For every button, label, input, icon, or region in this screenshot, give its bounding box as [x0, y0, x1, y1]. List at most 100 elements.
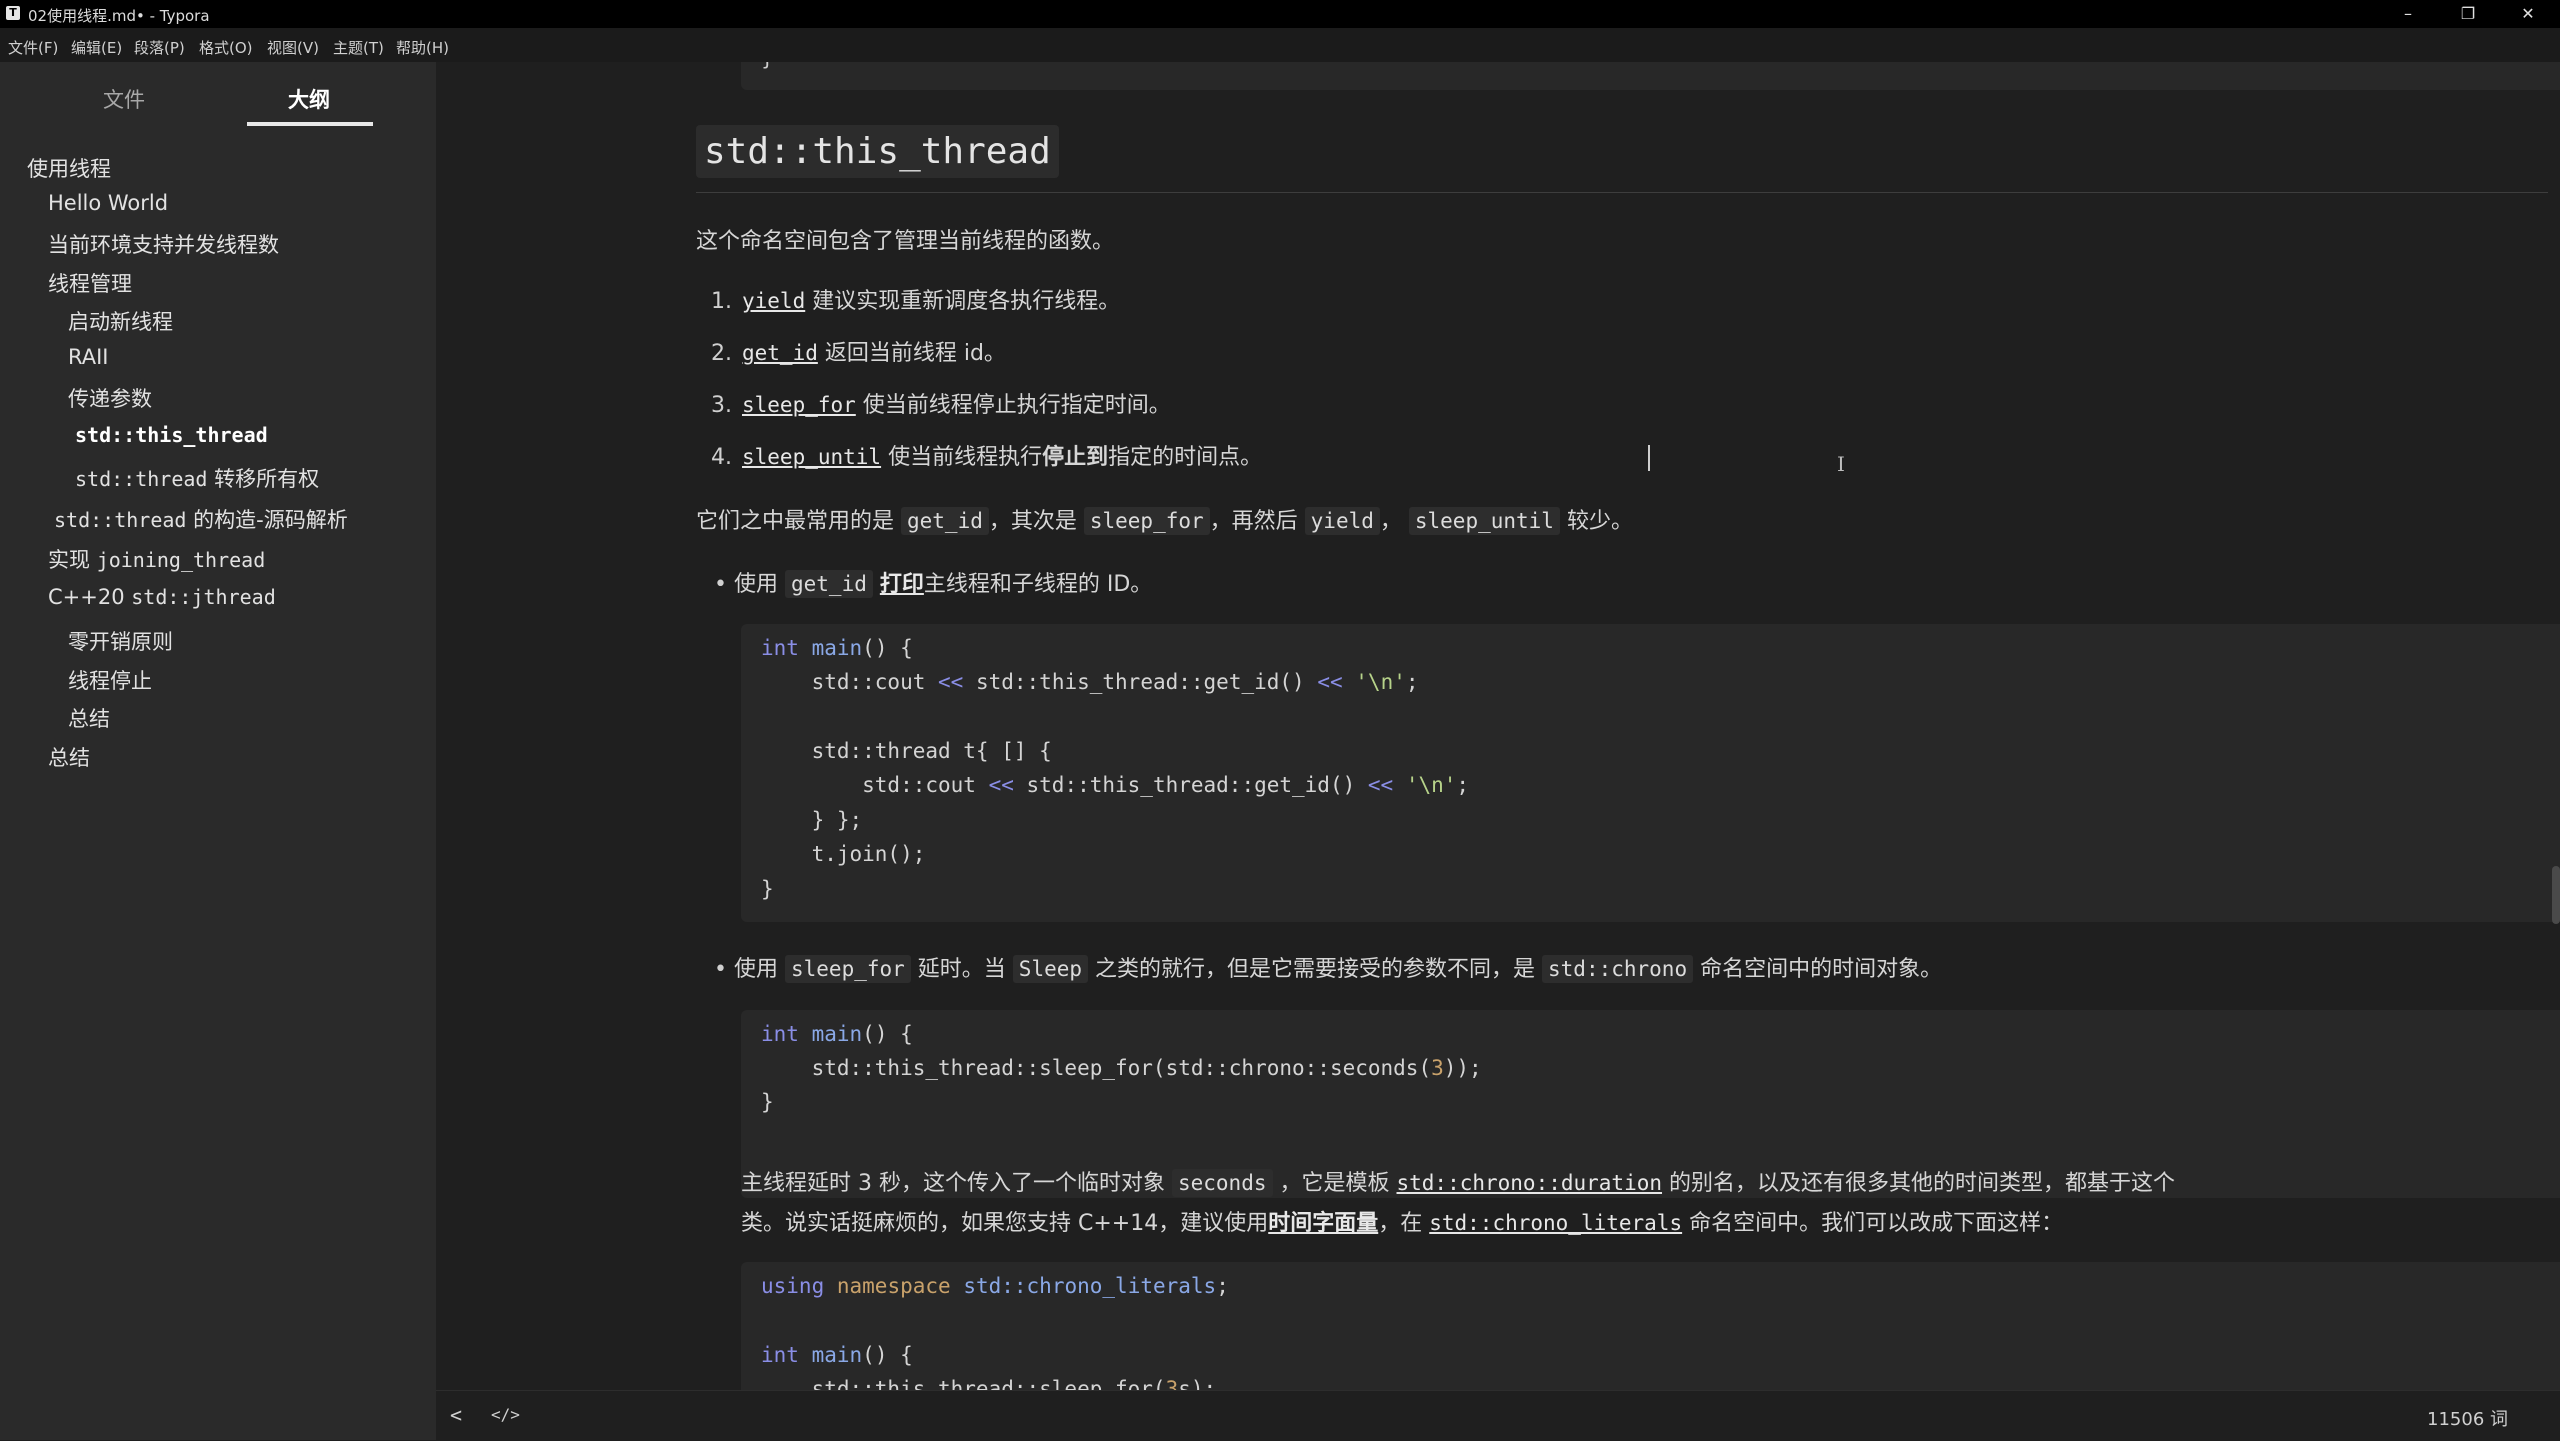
- text: ，: [1379, 509, 1409, 534]
- typora-app-icon: T: [6, 6, 20, 20]
- link-sleep-for[interactable]: sleep_for: [742, 393, 856, 417]
- word-count[interactable]: 11506 词: [2427, 1405, 2508, 1431]
- outline-item-transfer-ownership[interactable]: std::thread 转移所有权: [75, 463, 319, 493]
- text: 主线程延时 3 秒，这个传入了一个临时对象: [741, 1171, 1172, 1196]
- list-text: 使当前线程执行: [881, 445, 1043, 470]
- bullet-dot: •: [714, 957, 727, 982]
- tab-outline[interactable]: 大纲: [288, 84, 330, 114]
- outline-item-summary[interactable]: 总结: [48, 742, 90, 772]
- previous-code-block: }: [741, 62, 2560, 90]
- list-text: 使当前线程停止执行指定时间。: [855, 393, 1171, 418]
- text: 使用: [734, 572, 785, 597]
- source-code-mode-icon[interactable]: </>: [491, 1405, 520, 1424]
- link-yield[interactable]: yield: [742, 289, 805, 313]
- text: 主线程和子线程的 ID。: [923, 572, 1153, 597]
- menu-help[interactable]: 帮助(H): [396, 37, 449, 58]
- paragraph-duration-line2: 类。说实话挺麻烦的，如果您支持 C++14，建议使用时间字面量，在 std::c…: [741, 1205, 2063, 1237]
- outline-item-hardware-concurrency[interactable]: 当前环境支持并发线程数: [48, 229, 279, 259]
- code-line: std::this_thread::sleep_for(3s);: [761, 1377, 1217, 1390]
- common-functions-paragraph: 它们之中最常用的是 get_id ，其次是 sleep_for ，再然后 yield…: [696, 503, 1633, 535]
- outline-item-using-threads[interactable]: 使用线程: [27, 153, 111, 183]
- minimize-button[interactable]: –: [2380, 0, 2436, 28]
- heading-divider: [696, 192, 2548, 193]
- outline-item-passing-args[interactable]: 传递参数: [68, 383, 152, 413]
- ibeam-cursor-icon: I: [1837, 452, 1845, 476]
- code-block-chrono-literals[interactable]: using namespace std::chrono_literals; in…: [741, 1262, 2560, 1390]
- text-caret: [1648, 445, 1650, 471]
- outline-item-thread-management[interactable]: 线程管理: [48, 268, 132, 298]
- heading-this-thread: std::this_thread: [696, 125, 1059, 178]
- inline-code: sleep_for: [1083, 507, 1210, 535]
- menu-bar: 文件(F) 编辑(E) 段落(P) 格式(O) 视图(V) 主题(T) 帮助(H…: [0, 28, 2560, 62]
- text: 命名空间中。我们可以改成下面这样：: [1682, 1211, 2064, 1236]
- link-chrono-duration[interactable]: std::chrono::duration: [1397, 1171, 1663, 1195]
- outline-item-this-thread[interactable]: std::this_thread: [75, 423, 268, 447]
- sidebar: 文件 大纲 使用线程 Hello World 当前环境支持并发线程数 线程管理 …: [0, 62, 436, 1440]
- menu-theme[interactable]: 主题(T): [333, 37, 384, 58]
- link-time-literals[interactable]: 时间字面量: [1268, 1211, 1378, 1236]
- text: [873, 572, 880, 597]
- list-item-yield: 1. yield 建议实现重新调度各执行线程。: [696, 283, 1120, 315]
- outline-item-summary-sub[interactable]: 总结: [68, 703, 110, 733]
- list-item-sleep-until: 4. sleep_until 使当前线程执行停止到指定的时间点。: [696, 439, 1262, 471]
- outline-code-jthread: std::jthread: [131, 585, 276, 609]
- editor-content[interactable]: } std::this_thread 这个命名空间包含了管理当前线程的函数。 1…: [436, 62, 2560, 1390]
- text: 类。说实话挺麻烦的，如果您支持 C++14，建议使用: [741, 1211, 1269, 1236]
- tab-files[interactable]: 文件: [103, 84, 145, 114]
- code-line: }: [761, 877, 774, 901]
- link-sleep-until[interactable]: sleep_until: [742, 445, 881, 469]
- scrollbar-thumb[interactable]: [2552, 866, 2560, 924]
- inline-code: yield: [1304, 507, 1380, 535]
- list-item-get-id: 2. get_id 返回当前线程 id。: [696, 335, 1006, 367]
- code-line: std::this_thread::sleep_for(std::chrono:…: [761, 1056, 1482, 1080]
- outline-text-cpp20: C++20: [48, 585, 125, 609]
- text: 延时。当: [910, 957, 1013, 982]
- outline-item-thread-stop[interactable]: 线程停止: [68, 665, 152, 695]
- outline-item-jthread[interactable]: C++20 std::jthread: [48, 585, 276, 609]
- text: ，其次是: [988, 509, 1084, 534]
- text: 命名空间中的时间对象。: [1693, 957, 1943, 982]
- code-line: int main() {: [761, 1343, 913, 1367]
- menu-edit[interactable]: 编辑(E): [71, 37, 122, 58]
- bold-text: 停止到: [1042, 445, 1109, 470]
- code-block-get-id[interactable]: int main() { std::cout << std::this_thre…: [741, 624, 2560, 922]
- text: 较少。: [1559, 509, 1633, 534]
- code-line: }: [761, 1090, 774, 1114]
- outline-item-constructor-source[interactable]: std::thread 的构造-源码解析: [54, 504, 348, 534]
- code-line: std::cout << std::this_thread::get_id() …: [761, 670, 1419, 694]
- text: 的别名，以及还有很多其他的时间类型，都基于这个: [1662, 1171, 2176, 1196]
- link-get-id[interactable]: get_id: [742, 341, 818, 365]
- outline-item-joining-thread[interactable]: 实现 joining_thread: [48, 544, 265, 574]
- title-bar: T 02使用线程.md• - Typora – ❐ ✕: [0, 0, 2560, 28]
- menu-format[interactable]: 格式(O): [199, 37, 253, 58]
- code-line: using namespace std::chrono_literals;: [761, 1274, 1229, 1298]
- restore-button[interactable]: ❐: [2440, 0, 2496, 28]
- outline-item-launch-thread[interactable]: 启动新线程: [68, 306, 173, 336]
- code-line: std::cout << std::this_thread::get_id() …: [761, 773, 1470, 797]
- intro-paragraph: 这个命名空间包含了管理当前线程的函数。: [696, 229, 1115, 254]
- inline-code: seconds: [1171, 1169, 1273, 1197]
- outline-text-transfer: 转移所有权: [214, 467, 320, 491]
- back-arrow-icon[interactable]: <: [450, 1403, 462, 1427]
- outline-code-std-thread: std::thread: [75, 467, 208, 491]
- outline-item-hello-world[interactable]: Hello World: [48, 191, 168, 215]
- link-chrono-literals[interactable]: std::chrono_literals: [1429, 1211, 1682, 1235]
- close-button[interactable]: ✕: [2500, 0, 2556, 28]
- code-line: t.join();: [761, 842, 926, 866]
- outline-code-std-thread-2: std::thread: [54, 508, 187, 532]
- inline-code: std::chrono: [1542, 955, 1694, 983]
- list-number: 3.: [711, 393, 732, 418]
- status-bar: < </> 11506 词: [436, 1390, 2560, 1441]
- link-print[interactable]: 打印: [880, 572, 924, 597]
- paragraph-duration-line1: 主线程延时 3 秒，这个传入了一个临时对象 seconds ，它是模板 std:…: [741, 1165, 2175, 1197]
- outline-item-raii[interactable]: RAII: [68, 345, 109, 369]
- menu-file[interactable]: 文件(F): [8, 37, 58, 58]
- inline-code: get_id: [785, 570, 873, 598]
- menu-paragraph[interactable]: 段落(P): [134, 37, 185, 58]
- menu-view[interactable]: 视图(V): [267, 37, 319, 58]
- inline-code: Sleep: [1012, 955, 1089, 983]
- outline-item-zero-overhead[interactable]: 零开销原则: [68, 626, 173, 656]
- code-line: int main() {: [761, 636, 913, 660]
- text: ，在: [1378, 1211, 1430, 1236]
- window-title: 02使用线程.md• - Typora: [28, 7, 210, 25]
